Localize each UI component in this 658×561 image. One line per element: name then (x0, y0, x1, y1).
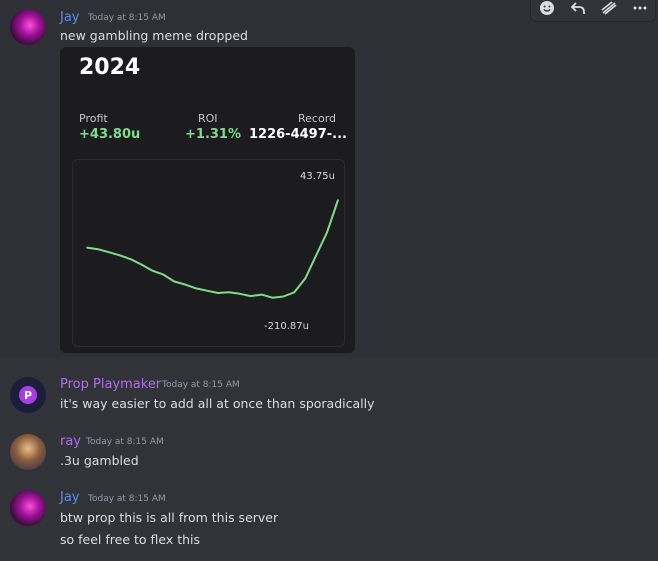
reply-icon[interactable] (566, 0, 590, 19)
profit-data-point (195, 287, 197, 290)
avatar[interactable] (10, 9, 46, 45)
record-label: Record (298, 112, 337, 125)
profit-data-point (304, 277, 307, 280)
add-reaction-icon[interactable] (535, 0, 559, 19)
profit-data-point (97, 248, 99, 250)
username[interactable]: Jay (60, 10, 80, 25)
record-value: 1226-4497-... (249, 127, 347, 142)
profit-data-point (140, 263, 143, 266)
avatar[interactable]: P (10, 377, 46, 413)
profit-data-point (315, 254, 317, 257)
roi-value: +1.31% (185, 127, 241, 142)
profit-data-point (239, 293, 241, 295)
profit-data-point (118, 254, 121, 257)
roi-label: ROI (198, 112, 218, 125)
profit-data-point (271, 296, 274, 299)
profit-series-line (86, 199, 339, 299)
profit-data-point (217, 292, 219, 294)
message-content: new gambling meme dropped (60, 28, 248, 43)
forward-icon[interactable] (597, 0, 621, 19)
avatar[interactable] (10, 434, 46, 470)
message-content: it's way easier to add all at once than … (60, 396, 375, 411)
username[interactable]: Jay (60, 490, 80, 505)
profit-data-point (293, 291, 296, 294)
chart-min-label: -210.87u (264, 321, 309, 332)
profit-data-point (129, 258, 132, 260)
profit-data-point (86, 246, 88, 249)
image-attachment[interactable]: 2024 Profit +43.80u ROI +1.31% Record 12… (60, 47, 355, 353)
message-timestamp: Today at 8:15 AM (88, 13, 166, 23)
profit-data-point (337, 199, 339, 201)
message-action-toolbar (530, 0, 656, 22)
message-content-line-2: so feel free to flex this (60, 532, 201, 547)
profit-chart (72, 159, 345, 347)
embed-year: 2024 (79, 55, 141, 80)
profit-data-point (282, 295, 285, 298)
profit-data-point (162, 273, 165, 276)
chart-max-label: 43.75u (300, 171, 335, 182)
message-timestamp: Today at 8:15 AM (88, 494, 166, 504)
profit-chart-svg (86, 199, 339, 299)
prop-playmaker-logo-icon: P (19, 386, 37, 404)
profit-data-point (228, 291, 230, 294)
profit-data-point (151, 269, 154, 272)
profit-data-point (260, 293, 263, 296)
profit-data-point (326, 231, 328, 233)
profit-data-point (108, 251, 110, 253)
profit-data-point (173, 280, 176, 283)
profit-data-point (184, 283, 186, 286)
more-icon[interactable] (628, 0, 652, 19)
message-timestamp: Today at 8:15 AM (162, 380, 240, 390)
username[interactable]: Prop Playmaker (60, 377, 161, 392)
avatar[interactable] (10, 490, 46, 526)
message-content: btw prop this is all from this server (60, 510, 279, 525)
profit-data-point (206, 289, 208, 292)
message-timestamp: Today at 8:15 AM (86, 437, 164, 447)
username[interactable]: ray (60, 434, 81, 449)
profit-data-point (249, 295, 252, 297)
profit-label: Profit (79, 112, 108, 125)
profit-value: +43.80u (79, 127, 141, 142)
message-content: .3u gambled (60, 453, 139, 468)
